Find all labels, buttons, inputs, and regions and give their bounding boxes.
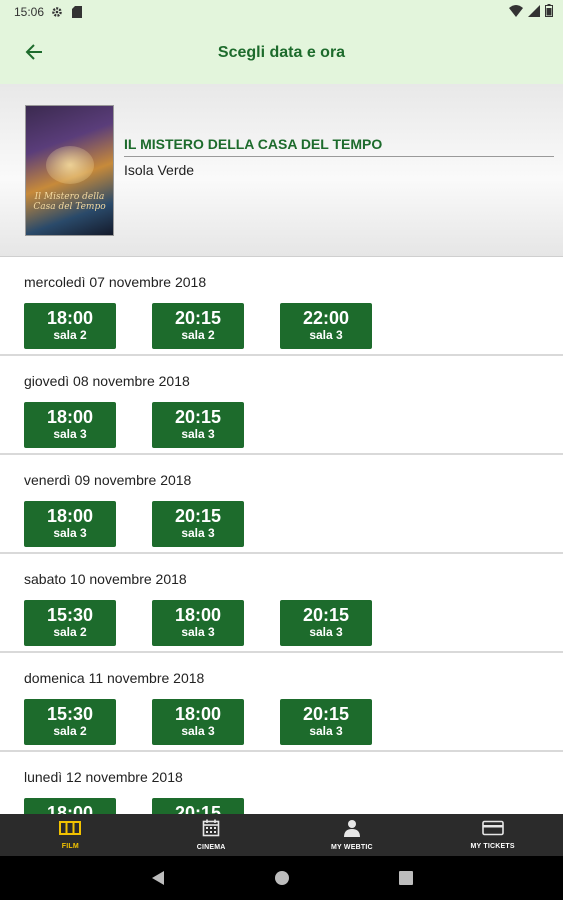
movie-header: Il Mistero della Casa del Tempo IL MISTE…	[0, 84, 563, 257]
ticket-icon	[481, 820, 504, 841]
person-icon	[343, 819, 361, 842]
day-section: mercoledì 07 novembre 2018 18:00 sala 2 2…	[0, 257, 563, 356]
showtime-button[interactable]: 15:30 sala 2	[24, 600, 116, 646]
showtime-button[interactable]: 18:00 sala 2	[24, 303, 116, 349]
showtime-button[interactable]: 18:00 sala 3	[152, 600, 244, 646]
showtime-time: 22:00	[302, 308, 350, 328]
showtime-room: sala 3	[181, 526, 215, 540]
day-date: mercoledì 07 novembre 2018	[24, 274, 207, 290]
day-date: giovedì 08 novembre 2018	[24, 373, 190, 389]
status-time: 15:06	[14, 5, 45, 19]
nav-label: MY TICKETS	[470, 843, 515, 850]
showtime-time: 20:15	[174, 506, 222, 526]
showtime-room: sala 3	[309, 625, 343, 639]
system-home-button[interactable]	[270, 866, 294, 890]
showtime-room: sala 2	[181, 328, 215, 342]
showtime-time: 20:15	[302, 605, 350, 625]
day-section: domenica 11 novembre 2018 15:30 sala 2 18…	[0, 653, 563, 752]
showtime-button[interactable]: 22:00 sala 3	[280, 303, 372, 349]
showtime-time: 20:15	[174, 308, 222, 328]
system-recents-button[interactable]	[394, 866, 418, 890]
showtime-time: 18:00	[46, 803, 94, 814]
film-icon	[59, 820, 82, 841]
bottom-nav: FILM CINEMA MY WEBTIC MY TICKETS	[0, 814, 563, 856]
nav-item-cinema[interactable]: CINEMA	[141, 814, 282, 856]
nav-item-my-webtic[interactable]: MY WEBTIC	[282, 814, 423, 856]
day-section: sabato 10 novembre 2018 15:30 sala 2 18:0…	[0, 554, 563, 653]
poster-title: Il Mistero della Casa del Tempo	[33, 192, 106, 212]
showtime-room: sala 3	[181, 427, 215, 441]
showtime-time: 18:00	[174, 605, 222, 625]
showtime-room: sala 3	[309, 724, 343, 738]
showtime-time: 18:00	[46, 407, 94, 427]
showtime-time: 15:30	[46, 704, 94, 724]
showtime-button[interactable]: 18:00 sala 3	[152, 699, 244, 745]
nav-label: MY WEBTIC	[331, 844, 373, 851]
showtime-button[interactable]: 15:30 sala 2	[24, 699, 116, 745]
app-bar: Scegli data e ora	[0, 24, 563, 84]
day-date: domenica 11 novembre 2018	[24, 670, 205, 686]
showtime-time: 18:00	[174, 704, 222, 724]
wifi-icon	[509, 4, 523, 20]
showtime-time: 20:15	[302, 704, 350, 724]
nav-label: CINEMA	[196, 844, 226, 851]
showtime-room: sala 3	[53, 526, 87, 540]
showtime-room: sala 2	[53, 625, 87, 639]
showtime-button[interactable]: 20:15 sala 3	[152, 501, 244, 547]
showtime-room: sala 3	[53, 427, 87, 441]
showtime-button[interactable]: 20:15 sala 3	[280, 600, 372, 646]
day-date: lunedì 12 novembre 2018	[24, 769, 183, 785]
showtime-room: sala 2	[53, 724, 87, 738]
showtime-room: sala 3	[181, 724, 215, 738]
cinema-name: Isola Verde	[124, 162, 195, 178]
system-nav-bar	[0, 856, 563, 900]
nav-item-film[interactable]: FILM	[0, 814, 141, 856]
day-section: lunedì 12 novembre 2018 18:00 20:15	[0, 752, 563, 814]
showtime-button[interactable]: 18:00 sala 3	[24, 501, 116, 547]
day-date: venerdì 09 novembre 2018	[24, 472, 192, 488]
showtime-button[interactable]: 20:15	[152, 798, 244, 814]
nav-label: FILM	[61, 843, 79, 850]
showtime-room: sala 2	[53, 328, 87, 342]
day-section: venerdì 09 novembre 2018 18:00 sala 3 20:…	[0, 455, 563, 554]
calendar-icon	[202, 819, 220, 842]
showtime-room: sala 3	[309, 328, 343, 342]
showtime-time: 20:15	[174, 407, 222, 427]
day-date: sabato 10 novembre 2018	[24, 571, 187, 587]
showtime-button[interactable]: 20:15 sala 3	[280, 699, 372, 745]
page-title: Scegli data e ora	[217, 44, 346, 61]
showtime-time: 15:30	[46, 605, 94, 625]
showtime-room: sala 3	[181, 625, 215, 639]
showtime-time: 18:00	[46, 308, 94, 328]
battery-icon	[545, 4, 553, 20]
day-section: giovedì 08 novembre 2018 18:00 sala 3 20:…	[0, 356, 563, 455]
movie-title: IL MISTERO DELLA CASA DEL TEMPO	[124, 136, 554, 157]
showtimes-list[interactable]: mercoledì 07 novembre 2018 18:00 sala 2 2…	[0, 257, 563, 814]
showtime-button[interactable]: 20:15 sala 2	[152, 303, 244, 349]
showtime-button[interactable]: 18:00	[24, 798, 116, 814]
status-bar: 15:06	[0, 0, 563, 24]
signal-icon	[528, 4, 540, 20]
gear-icon	[50, 5, 64, 19]
showtime-button[interactable]: 18:00 sala 3	[24, 402, 116, 448]
sd-card-icon	[70, 5, 84, 19]
showtime-time: 20:15	[174, 803, 222, 814]
system-back-button[interactable]	[146, 866, 170, 890]
movie-poster: Il Mistero della Casa del Tempo	[25, 105, 114, 236]
showtime-time: 18:00	[46, 506, 94, 526]
showtime-button[interactable]: 20:15 sala 3	[152, 402, 244, 448]
nav-item-my-tickets[interactable]: MY TICKETS	[422, 814, 563, 856]
